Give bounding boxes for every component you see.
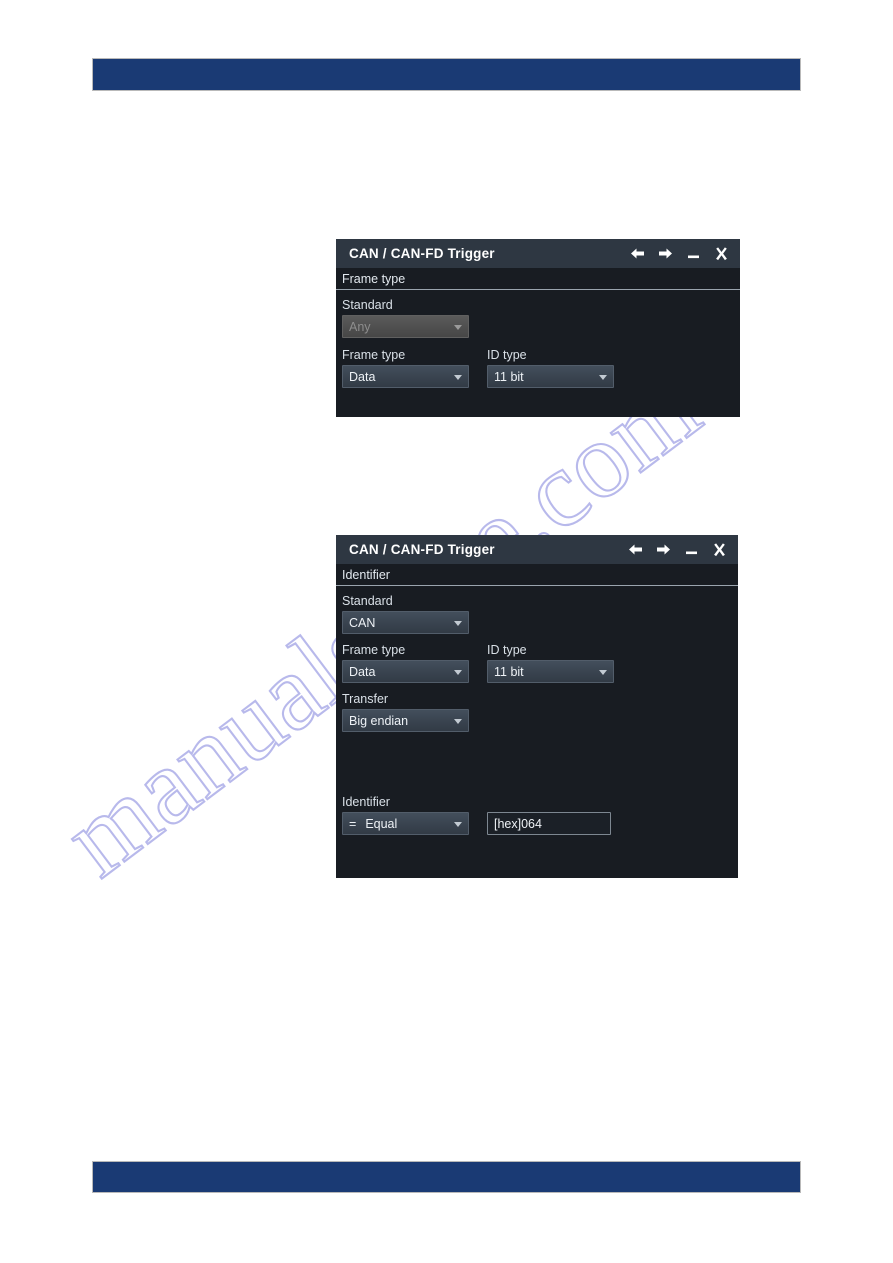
- dialog-body: Frame type Standard Any Frame type Data: [336, 268, 740, 388]
- section-header-identifier: Identifier: [336, 564, 738, 586]
- identifier-value-text: [hex]064: [494, 816, 542, 831]
- field-label-frame-type: Frame type: [342, 643, 406, 657]
- chevron-down-icon: [454, 669, 462, 675]
- field-row-frametype-idtype: Frame type Data ID type 11 bit: [342, 642, 738, 683]
- chevron-down-icon: [454, 821, 462, 827]
- chevron-down-icon: [599, 669, 607, 675]
- dialog-title: CAN / CAN-FD Trigger: [349, 246, 495, 261]
- row-spacer: [342, 338, 740, 347]
- field-row-standard: Standard Any: [342, 297, 740, 338]
- field-row-standard: Standard CAN: [342, 593, 738, 634]
- section-header-frame-type: Frame type: [336, 268, 740, 290]
- forward-arrow-icon[interactable]: [655, 541, 672, 558]
- forward-arrow-icon[interactable]: [657, 245, 674, 262]
- field-frame-type: Frame type Data: [342, 642, 484, 683]
- minimize-icon[interactable]: [685, 245, 702, 262]
- field-area: Standard CAN Frame type Data ID type 11 …: [336, 586, 738, 835]
- field-label-standard: Standard: [342, 594, 393, 608]
- page-header-banner: [93, 59, 800, 90]
- field-row-frametype-idtype: Frame type Data ID type 11 bit: [342, 347, 740, 388]
- field-identifier-value: [hex]064: [487, 794, 629, 835]
- field-identifier-operator: Identifier = Equal: [342, 794, 484, 835]
- can-canfd-trigger-dialog-frame-type: CAN / CAN-FD Trigger Frame type Standard…: [336, 239, 740, 417]
- identifier-value-input[interactable]: [hex]064: [487, 812, 611, 835]
- close-icon[interactable]: [711, 541, 728, 558]
- equals-symbol-icon: =: [349, 816, 357, 831]
- combo-standard[interactable]: Any: [342, 315, 469, 338]
- page-footer-banner: [93, 1162, 800, 1192]
- field-label-identifier-value: [487, 794, 629, 812]
- window-buttons: [629, 245, 730, 262]
- field-label-id-type: ID type: [487, 643, 527, 657]
- field-frame-type: Frame type Data: [342, 347, 484, 388]
- chevron-down-icon: [599, 374, 607, 380]
- field-id-type: ID type 11 bit: [487, 642, 629, 683]
- combo-identifier-operator[interactable]: = Equal: [342, 812, 469, 835]
- combo-standard[interactable]: CAN: [342, 611, 469, 634]
- field-label-id-type: ID type: [487, 348, 527, 362]
- combo-identifier-operator-value: Equal: [365, 816, 398, 831]
- field-label-standard: Standard: [342, 298, 393, 312]
- field-standard: Standard CAN: [342, 593, 484, 634]
- field-transfer: Transfer Big endian: [342, 691, 484, 732]
- combo-standard-value: CAN: [349, 615, 376, 630]
- field-row-identifier: Identifier = Equal [hex]064: [342, 794, 738, 835]
- window-buttons: [627, 541, 728, 558]
- field-label-frame-type: Frame type: [342, 348, 406, 362]
- field-standard: Standard Any: [342, 297, 484, 338]
- combo-frame-type-value: Data: [349, 369, 376, 384]
- combo-frame-type[interactable]: Data: [342, 365, 469, 388]
- field-label-identifier: Identifier: [342, 795, 390, 809]
- chevron-down-icon: [454, 620, 462, 626]
- combo-transfer[interactable]: Big endian: [342, 709, 469, 732]
- dialog-title: CAN / CAN-FD Trigger: [349, 542, 495, 557]
- chevron-down-icon: [454, 324, 462, 330]
- combo-id-type-value: 11 bit: [494, 369, 524, 384]
- combo-transfer-value: Big endian: [349, 713, 409, 728]
- field-area: Standard Any Frame type Data ID type 11 …: [336, 290, 740, 388]
- dialog-title-bar: CAN / CAN-FD Trigger: [336, 535, 738, 564]
- field-label-transfer: Transfer: [342, 692, 389, 706]
- combo-id-type[interactable]: 11 bit: [487, 365, 614, 388]
- row-spacer: [342, 683, 738, 691]
- dialog-title-bar: CAN / CAN-FD Trigger: [336, 239, 740, 268]
- close-icon[interactable]: [713, 245, 730, 262]
- combo-id-type-value: 11 bit: [494, 664, 524, 679]
- back-arrow-icon[interactable]: [627, 541, 644, 558]
- field-row-transfer: Transfer Big endian: [342, 691, 738, 732]
- combo-id-type[interactable]: 11 bit: [487, 660, 614, 683]
- combo-frame-type-value: Data: [349, 664, 376, 679]
- dialog-body: Identifier Standard CAN Frame type Data: [336, 564, 738, 835]
- row-spacer: [342, 634, 738, 642]
- field-id-type: ID type 11 bit: [487, 347, 629, 388]
- chevron-down-icon: [454, 718, 462, 724]
- combo-standard-value: Any: [349, 319, 371, 334]
- back-arrow-icon[interactable]: [629, 245, 646, 262]
- minimize-icon[interactable]: [683, 541, 700, 558]
- combo-frame-type[interactable]: Data: [342, 660, 469, 683]
- can-canfd-trigger-dialog-identifier: CAN / CAN-FD Trigger Identifier Standard…: [336, 535, 738, 878]
- chevron-down-icon: [454, 374, 462, 380]
